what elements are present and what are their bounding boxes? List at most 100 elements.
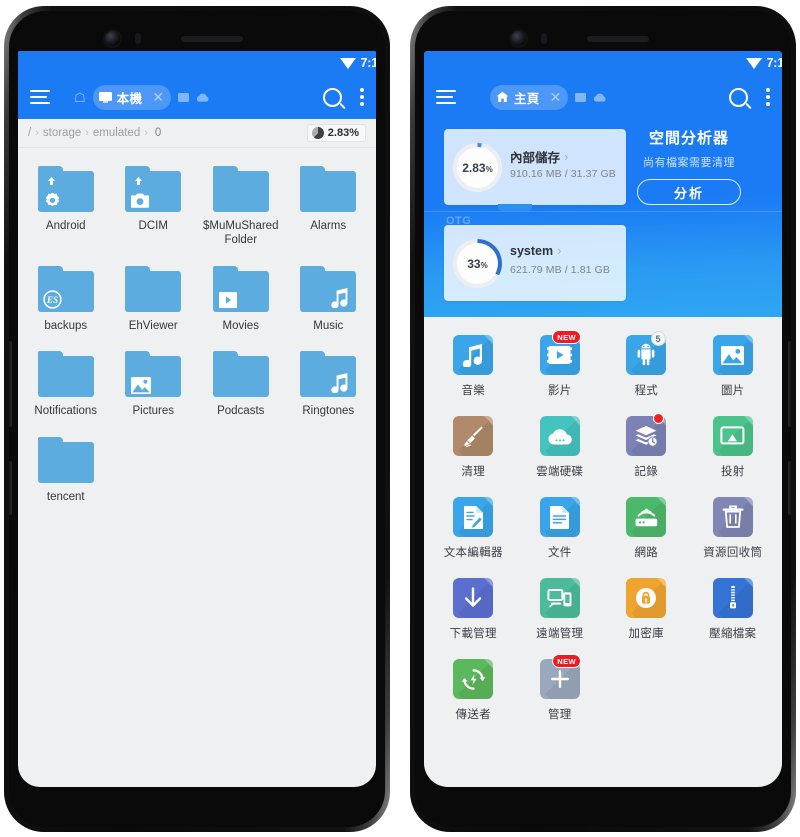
kebab-menu-icon[interactable] bbox=[360, 88, 364, 106]
dual-phone-screenshot: 7:1 ☖ 本機 ✕ / › storage › emulated › 0 2.… bbox=[0, 0, 800, 837]
power-button[interactable] bbox=[9, 461, 12, 515]
app-label: 清理 bbox=[461, 466, 486, 478]
breadcrumb-emulated[interactable]: emulated bbox=[93, 127, 140, 139]
kebab-menu-icon[interactable] bbox=[766, 88, 770, 106]
folder-item[interactable]: tencent bbox=[22, 431, 110, 512]
usage-ring-value: 33% bbox=[467, 256, 488, 271]
power-button[interactable] bbox=[788, 461, 791, 515]
cloud-icon[interactable] bbox=[196, 93, 209, 102]
app-label: 文本編輯器 bbox=[443, 547, 503, 559]
folder-icon bbox=[212, 265, 269, 312]
tab-home[interactable]: 主頁 ✕ bbox=[490, 84, 569, 110]
trash-bin-icon[interactable] bbox=[712, 497, 753, 537]
storage-card-internal[interactable]: 2.83% 內部儲存 › 910.16 MB / 31.37 GB bbox=[444, 129, 626, 211]
app-shortcut[interactable]: 投射 bbox=[690, 410, 777, 489]
volume-rocker-button[interactable] bbox=[788, 341, 791, 427]
app-shortcut[interactable]: NEW 管理 bbox=[517, 653, 604, 732]
folder-item[interactable]: Movies bbox=[197, 260, 285, 341]
folder-label: tencent bbox=[46, 490, 85, 503]
close-icon[interactable]: ✕ bbox=[152, 89, 164, 106]
cloud-icon[interactable] bbox=[593, 93, 606, 102]
app-shortcut[interactable]: 傳送者 bbox=[430, 653, 517, 732]
app-shortcut[interactable]: 文件 bbox=[517, 491, 604, 570]
left-status-bar: 7:1 bbox=[18, 51, 376, 75]
broom-icon[interactable] bbox=[453, 416, 494, 456]
app-shortcut[interactable]: 音樂 bbox=[430, 329, 517, 408]
space-analyzer-title: 空間分析器 bbox=[648, 130, 729, 147]
app-shortcut[interactable]: 加密庫 bbox=[603, 572, 690, 651]
app-label: 圖片 bbox=[720, 385, 745, 397]
app-shortcut[interactable]: 下載管理 bbox=[430, 572, 517, 651]
window-icon[interactable] bbox=[178, 92, 189, 102]
cloud-drive-icon[interactable] bbox=[539, 416, 580, 456]
upload-arrow-icon bbox=[131, 176, 146, 191]
app-shortcut[interactable]: 資源回收筒 bbox=[690, 491, 777, 570]
folder-item[interactable]: Pictures bbox=[110, 345, 198, 426]
folder-item[interactable]: Android bbox=[22, 160, 110, 256]
transfer-sync-icon[interactable] bbox=[453, 659, 494, 699]
tab-local-device[interactable]: 本機 ✕ bbox=[92, 84, 171, 110]
cast-screen-icon[interactable] bbox=[712, 416, 753, 456]
usage-ring-value: 2.83% bbox=[462, 160, 493, 175]
router-wifi-icon[interactable] bbox=[626, 497, 667, 537]
photo-icon bbox=[131, 377, 152, 395]
hamburger-menu-icon[interactable] bbox=[436, 89, 456, 105]
window-icon[interactable] bbox=[575, 92, 587, 102]
text-editor-icon[interactable] bbox=[453, 497, 494, 537]
zip-archive-icon[interactable] bbox=[712, 578, 753, 618]
close-icon[interactable]: ✕ bbox=[550, 89, 562, 106]
music-note-icon[interactable] bbox=[453, 335, 494, 375]
folder-item[interactable]: ES backups bbox=[22, 260, 110, 341]
photo-icon[interactable] bbox=[712, 335, 753, 375]
svg-text:ES: ES bbox=[46, 295, 58, 305]
app-shortcut[interactable]: 網路 bbox=[603, 491, 690, 570]
app-shortcut[interactable]: 5 程式 bbox=[603, 329, 690, 408]
search-icon[interactable] bbox=[729, 87, 748, 107]
storage-card-row-system: OTG 33% system › 621.79 MB / 1.81 GB bbox=[424, 211, 782, 307]
folder-item[interactable]: EhViewer bbox=[110, 260, 198, 341]
space-analyzer-panel: 空間分析器 尚有檔案需要清理 分析 bbox=[614, 127, 764, 205]
download-arrow-icon[interactable] bbox=[453, 578, 494, 618]
remote-devices-icon[interactable] bbox=[539, 578, 580, 618]
app-shortcut[interactable]: 記錄 bbox=[603, 410, 690, 489]
breadcrumb-root[interactable]: / bbox=[28, 127, 31, 139]
app-shortcut[interactable]: 圖片 bbox=[690, 329, 777, 408]
app-shortcut[interactable]: NEW 影片 bbox=[517, 329, 604, 408]
folder-icon bbox=[212, 166, 269, 212]
folder-item[interactable]: $MuMuShared Folder bbox=[197, 160, 285, 256]
app-shortcut[interactable]: 文本編輯器 bbox=[430, 491, 517, 570]
status-time: 7:1 bbox=[360, 56, 376, 70]
folder-item[interactable]: DCIM bbox=[110, 160, 198, 256]
analyze-button[interactable]: 分析 bbox=[637, 179, 741, 205]
app-shortcut[interactable]: 壓縮檔案 bbox=[690, 572, 777, 651]
right-tab-strip: 主頁 ✕ bbox=[456, 84, 729, 110]
folder-label: Pictures bbox=[132, 405, 175, 418]
folder-item[interactable]: Music bbox=[285, 260, 373, 341]
app-shortcut[interactable]: 清理 bbox=[430, 410, 517, 489]
folder-item[interactable]: Podcasts bbox=[197, 345, 285, 426]
front-camera-icon bbox=[511, 31, 526, 46]
document-icon[interactable] bbox=[539, 497, 580, 537]
folder-icon bbox=[300, 351, 357, 398]
breadcrumb-path[interactable]: / › storage › emulated › 0 bbox=[28, 127, 307, 139]
app-shortcut[interactable]: 雲端硬碟 bbox=[517, 410, 604, 489]
folder-icon bbox=[37, 436, 94, 483]
storage-usage-badge[interactable]: 2.83% bbox=[306, 124, 366, 142]
search-icon[interactable] bbox=[323, 87, 342, 107]
app-shortcut[interactable]: 遠端管理 bbox=[517, 572, 604, 651]
home-icon[interactable]: ☖ bbox=[74, 91, 86, 104]
volume-rocker-button[interactable] bbox=[9, 341, 12, 427]
storage-card-system[interactable]: 33% system › 621.79 MB / 1.81 GB bbox=[444, 225, 626, 301]
earpiece-speaker-icon bbox=[587, 36, 649, 42]
folder-item[interactable]: Alarms bbox=[285, 160, 373, 256]
lock-shield-icon[interactable] bbox=[626, 578, 667, 618]
left-phone-bezel: 7:1 ☖ 本機 ✕ / › storage › emulated › 0 2.… bbox=[9, 11, 385, 827]
hamburger-menu-icon[interactable] bbox=[30, 89, 50, 105]
play-video-icon bbox=[218, 291, 237, 308]
left-app-bar: ☖ 本機 ✕ bbox=[18, 75, 376, 119]
folder-item[interactable]: Notifications bbox=[22, 345, 110, 426]
breadcrumb-current[interactable]: 0 bbox=[152, 127, 161, 139]
folder-item[interactable]: Ringtones bbox=[285, 345, 373, 426]
folder-label: Music bbox=[313, 319, 344, 332]
breadcrumb-storage[interactable]: storage bbox=[43, 127, 81, 139]
